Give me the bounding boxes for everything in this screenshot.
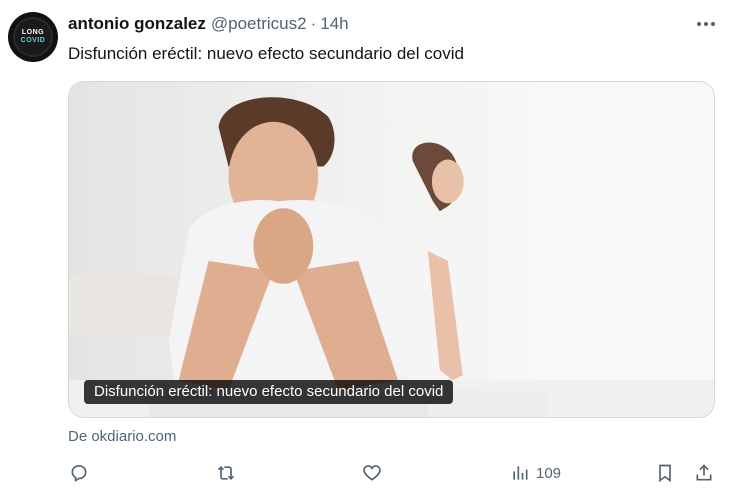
action-bar: 109 <box>0 458 736 488</box>
card-photo <box>69 82 714 417</box>
card-source[interactable]: De okdiario.com <box>68 428 176 445</box>
reply-icon <box>71 465 87 483</box>
separator-dot: · <box>310 14 317 33</box>
tweet-text: Disfunción eréctil: nuevo efecto secunda… <box>68 44 464 63</box>
more-options-button[interactable] <box>692 14 720 34</box>
author-handle[interactable]: @poetricus2 <box>211 14 307 34</box>
retweet-button[interactable] <box>216 458 236 488</box>
tweet[interactable]: LONG COVID antonio gonzalez @poetricus2 … <box>0 0 736 504</box>
share-button[interactable] <box>694 458 714 488</box>
retweet-icon <box>217 465 235 481</box>
heart-icon <box>363 465 381 481</box>
timestamp[interactable]: 14h <box>320 14 348 34</box>
avatar[interactable]: LONG COVID <box>8 12 58 62</box>
tweet-header: antonio gonzalez @poetricus2 · 14h <box>68 14 349 34</box>
bookmark-button[interactable] <box>655 458 675 488</box>
avatar-line-2: COVID <box>20 37 46 44</box>
more-horizontal-icon <box>697 22 715 26</box>
author-name[interactable]: antonio gonzalez <box>68 14 206 34</box>
like-button[interactable] <box>362 458 382 488</box>
views-button[interactable]: 109 <box>510 458 561 488</box>
share-icon <box>696 464 712 481</box>
views-chart-icon <box>513 466 528 480</box>
views-count: 109 <box>536 464 562 482</box>
reply-button[interactable] <box>69 458 89 488</box>
long-covid-logo-icon: LONG COVID <box>13 17 53 57</box>
link-card[interactable]: Disfunción eréctil: nuevo efecto secunda… <box>68 81 715 418</box>
avatar-line-1: LONG <box>21 29 45 36</box>
bookmark-icon <box>659 464 671 483</box>
card-title: Disfunción eréctil: nuevo efecto secunda… <box>84 380 454 404</box>
